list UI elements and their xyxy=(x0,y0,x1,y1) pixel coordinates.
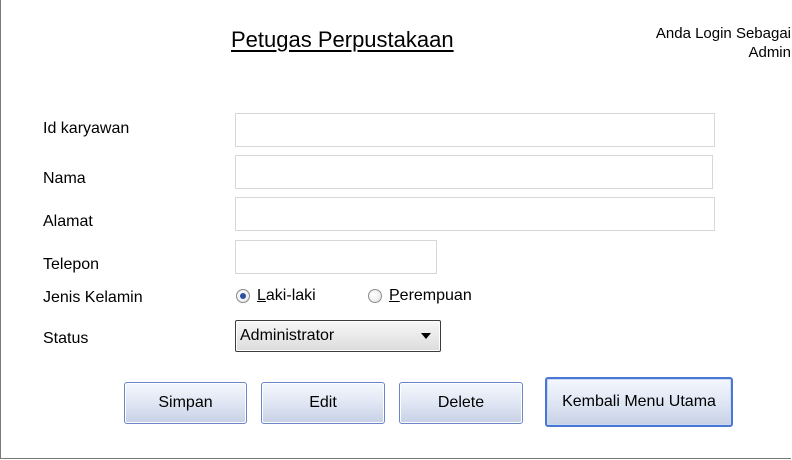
alamat-label: Alamat xyxy=(43,213,93,230)
nama-input[interactable] xyxy=(235,155,713,189)
alamat-input[interactable] xyxy=(235,197,715,231)
telepon-label: Telepon xyxy=(43,256,100,273)
page-title: Petugas Perpustakaan xyxy=(231,27,454,52)
radio-laki-laki[interactable]: Laki-laki xyxy=(236,287,316,305)
status-selected-value: Administrator xyxy=(240,327,335,344)
login-info-line: Anda Login Sebagai xyxy=(655,25,791,42)
radio-perempuan-label: Perempuan xyxy=(389,287,472,304)
radio-checked-icon[interactable] xyxy=(236,289,250,303)
simpan-button[interactable]: Simpan xyxy=(124,382,247,424)
radio-perempuan[interactable]: Perempuan xyxy=(368,287,472,305)
dropdown-arrow-icon[interactable] xyxy=(421,333,431,339)
jenis-kelamin-label: Jenis Kelamin xyxy=(43,289,143,306)
status-dropdown[interactable]: Administrator xyxy=(235,320,441,352)
id-karyawan-label: Id karyawan xyxy=(43,120,130,137)
edit-button[interactable]: Edit xyxy=(261,382,385,424)
telepon-input[interactable] xyxy=(235,240,437,274)
radio-laki-laki-label: Laki-laki xyxy=(257,287,316,304)
delete-button[interactable]: Delete xyxy=(399,382,523,424)
id-karyawan-input[interactable] xyxy=(235,113,715,147)
kembali-menu-utama-button[interactable]: Kembali Menu Utama xyxy=(545,377,733,427)
nama-label: Nama xyxy=(43,170,86,187)
login-info: Anda Login Sebagai Admin xyxy=(656,24,791,62)
status-label: Status xyxy=(43,330,89,347)
petugas-form: Petugas Perpustakaan Anda Login Sebagai … xyxy=(0,0,791,459)
radio-unchecked-icon[interactable] xyxy=(368,289,382,303)
login-role: Admin xyxy=(748,44,791,61)
